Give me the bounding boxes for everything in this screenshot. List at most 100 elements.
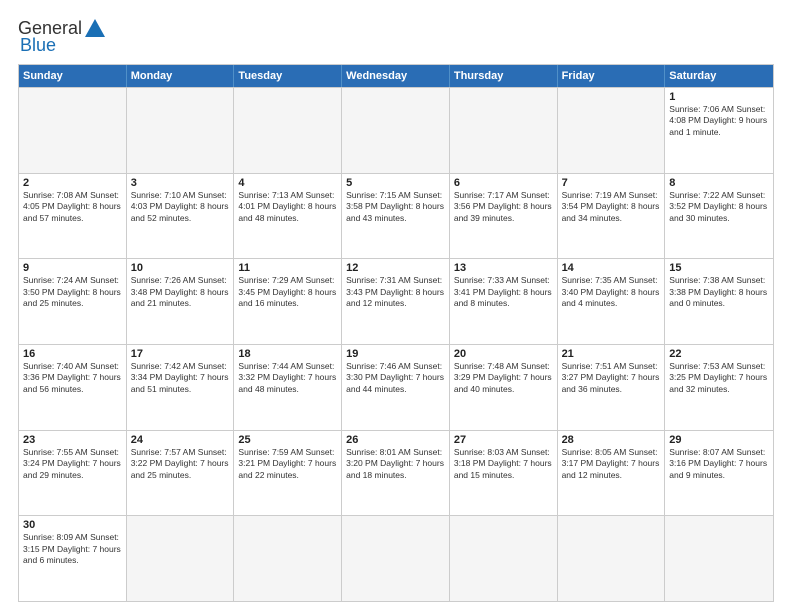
day-info: Sunrise: 7:35 AM Sunset: 3:40 PM Dayligh… [562, 275, 661, 309]
calendar-cell [127, 516, 235, 601]
day-info: Sunrise: 8:05 AM Sunset: 3:17 PM Dayligh… [562, 447, 661, 481]
day-number: 1 [669, 91, 769, 103]
day-number: 22 [669, 348, 769, 360]
calendar: SundayMondayTuesdayWednesdayThursdayFrid… [18, 64, 774, 602]
calendar-cell: 30Sunrise: 8:09 AM Sunset: 3:15 PM Dayli… [19, 516, 127, 601]
calendar-cell [127, 88, 235, 173]
day-number: 24 [131, 434, 230, 446]
calendar-cell: 21Sunrise: 7:51 AM Sunset: 3:27 PM Dayli… [558, 345, 666, 430]
calendar-cell: 25Sunrise: 7:59 AM Sunset: 3:21 PM Dayli… [234, 431, 342, 516]
calendar-cell: 22Sunrise: 7:53 AM Sunset: 3:25 PM Dayli… [665, 345, 773, 430]
calendar-cell [342, 516, 450, 601]
calendar-cell [234, 516, 342, 601]
day-info: Sunrise: 7:13 AM Sunset: 4:01 PM Dayligh… [238, 190, 337, 224]
calendar-cell: 10Sunrise: 7:26 AM Sunset: 3:48 PM Dayli… [127, 259, 235, 344]
day-number: 23 [23, 434, 122, 446]
day-info: Sunrise: 7:19 AM Sunset: 3:54 PM Dayligh… [562, 190, 661, 224]
day-number: 30 [23, 519, 122, 531]
calendar-cell: 24Sunrise: 7:57 AM Sunset: 3:22 PM Dayli… [127, 431, 235, 516]
calendar-cell [450, 516, 558, 601]
calendar-cell: 8Sunrise: 7:22 AM Sunset: 3:52 PM Daylig… [665, 174, 773, 259]
calendar-cell: 14Sunrise: 7:35 AM Sunset: 3:40 PM Dayli… [558, 259, 666, 344]
day-number: 3 [131, 177, 230, 189]
day-info: Sunrise: 7:15 AM Sunset: 3:58 PM Dayligh… [346, 190, 445, 224]
day-info: Sunrise: 7:57 AM Sunset: 3:22 PM Dayligh… [131, 447, 230, 481]
day-info: Sunrise: 7:08 AM Sunset: 4:05 PM Dayligh… [23, 190, 122, 224]
calendar-cell: 18Sunrise: 7:44 AM Sunset: 3:32 PM Dayli… [234, 345, 342, 430]
logo: General Blue [18, 18, 106, 56]
weekday-header: Thursday [450, 65, 558, 87]
calendar-cell [234, 88, 342, 173]
day-info: Sunrise: 7:29 AM Sunset: 3:45 PM Dayligh… [238, 275, 337, 309]
calendar-row: 30Sunrise: 8:09 AM Sunset: 3:15 PM Dayli… [19, 515, 773, 601]
logo-icon [84, 18, 106, 38]
calendar-cell: 26Sunrise: 8:01 AM Sunset: 3:20 PM Dayli… [342, 431, 450, 516]
day-number: 2 [23, 177, 122, 189]
header: General Blue [18, 18, 774, 56]
day-info: Sunrise: 7:40 AM Sunset: 3:36 PM Dayligh… [23, 361, 122, 395]
calendar-cell: 9Sunrise: 7:24 AM Sunset: 3:50 PM Daylig… [19, 259, 127, 344]
weekday-header: Saturday [665, 65, 773, 87]
calendar-cell: 17Sunrise: 7:42 AM Sunset: 3:34 PM Dayli… [127, 345, 235, 430]
day-number: 18 [238, 348, 337, 360]
calendar-cell: 1Sunrise: 7:06 AM Sunset: 4:08 PM Daylig… [665, 88, 773, 173]
day-info: Sunrise: 7:53 AM Sunset: 3:25 PM Dayligh… [669, 361, 769, 395]
day-number: 11 [238, 262, 337, 274]
day-info: Sunrise: 7:22 AM Sunset: 3:52 PM Dayligh… [669, 190, 769, 224]
calendar-row: 23Sunrise: 7:55 AM Sunset: 3:24 PM Dayli… [19, 430, 773, 516]
day-info: Sunrise: 7:10 AM Sunset: 4:03 PM Dayligh… [131, 190, 230, 224]
weekday-header: Tuesday [234, 65, 342, 87]
calendar-cell: 7Sunrise: 7:19 AM Sunset: 3:54 PM Daylig… [558, 174, 666, 259]
day-number: 21 [562, 348, 661, 360]
calendar-row: 1Sunrise: 7:06 AM Sunset: 4:08 PM Daylig… [19, 87, 773, 173]
calendar-cell: 28Sunrise: 8:05 AM Sunset: 3:17 PM Dayli… [558, 431, 666, 516]
calendar-cell: 6Sunrise: 7:17 AM Sunset: 3:56 PM Daylig… [450, 174, 558, 259]
day-number: 16 [23, 348, 122, 360]
calendar-cell: 20Sunrise: 7:48 AM Sunset: 3:29 PM Dayli… [450, 345, 558, 430]
day-info: Sunrise: 7:33 AM Sunset: 3:41 PM Dayligh… [454, 275, 553, 309]
calendar-page: General Blue SundayMondayTuesdayWednesda… [0, 0, 792, 612]
day-number: 27 [454, 434, 553, 446]
calendar-cell: 4Sunrise: 7:13 AM Sunset: 4:01 PM Daylig… [234, 174, 342, 259]
calendar-cell: 23Sunrise: 7:55 AM Sunset: 3:24 PM Dayli… [19, 431, 127, 516]
calendar-cell: 19Sunrise: 7:46 AM Sunset: 3:30 PM Dayli… [342, 345, 450, 430]
calendar-cell: 29Sunrise: 8:07 AM Sunset: 3:16 PM Dayli… [665, 431, 773, 516]
calendar-cell: 15Sunrise: 7:38 AM Sunset: 3:38 PM Dayli… [665, 259, 773, 344]
day-info: Sunrise: 8:03 AM Sunset: 3:18 PM Dayligh… [454, 447, 553, 481]
day-info: Sunrise: 7:48 AM Sunset: 3:29 PM Dayligh… [454, 361, 553, 395]
calendar-cell [665, 516, 773, 601]
day-info: Sunrise: 7:31 AM Sunset: 3:43 PM Dayligh… [346, 275, 445, 309]
day-info: Sunrise: 7:51 AM Sunset: 3:27 PM Dayligh… [562, 361, 661, 395]
calendar-cell [19, 88, 127, 173]
logo-blue: Blue [20, 35, 56, 56]
calendar-cell: 3Sunrise: 7:10 AM Sunset: 4:03 PM Daylig… [127, 174, 235, 259]
calendar-cell: 11Sunrise: 7:29 AM Sunset: 3:45 PM Dayli… [234, 259, 342, 344]
day-number: 20 [454, 348, 553, 360]
calendar-cell [342, 88, 450, 173]
day-number: 15 [669, 262, 769, 274]
day-number: 9 [23, 262, 122, 274]
calendar-cell [450, 88, 558, 173]
day-info: Sunrise: 7:26 AM Sunset: 3:48 PM Dayligh… [131, 275, 230, 309]
calendar-row: 9Sunrise: 7:24 AM Sunset: 3:50 PM Daylig… [19, 258, 773, 344]
day-info: Sunrise: 7:17 AM Sunset: 3:56 PM Dayligh… [454, 190, 553, 224]
calendar-cell: 5Sunrise: 7:15 AM Sunset: 3:58 PM Daylig… [342, 174, 450, 259]
day-number: 6 [454, 177, 553, 189]
day-info: Sunrise: 8:09 AM Sunset: 3:15 PM Dayligh… [23, 532, 122, 566]
day-info: Sunrise: 8:07 AM Sunset: 3:16 PM Dayligh… [669, 447, 769, 481]
weekday-header: Monday [127, 65, 235, 87]
calendar-cell: 2Sunrise: 7:08 AM Sunset: 4:05 PM Daylig… [19, 174, 127, 259]
day-info: Sunrise: 7:38 AM Sunset: 3:38 PM Dayligh… [669, 275, 769, 309]
weekday-header: Wednesday [342, 65, 450, 87]
day-number: 26 [346, 434, 445, 446]
day-info: Sunrise: 7:44 AM Sunset: 3:32 PM Dayligh… [238, 361, 337, 395]
day-number: 17 [131, 348, 230, 360]
day-info: Sunrise: 8:01 AM Sunset: 3:20 PM Dayligh… [346, 447, 445, 481]
day-number: 12 [346, 262, 445, 274]
day-number: 5 [346, 177, 445, 189]
calendar-cell: 16Sunrise: 7:40 AM Sunset: 3:36 PM Dayli… [19, 345, 127, 430]
weekday-header: Sunday [19, 65, 127, 87]
day-number: 7 [562, 177, 661, 189]
day-number: 8 [669, 177, 769, 189]
calendar-cell: 13Sunrise: 7:33 AM Sunset: 3:41 PM Dayli… [450, 259, 558, 344]
